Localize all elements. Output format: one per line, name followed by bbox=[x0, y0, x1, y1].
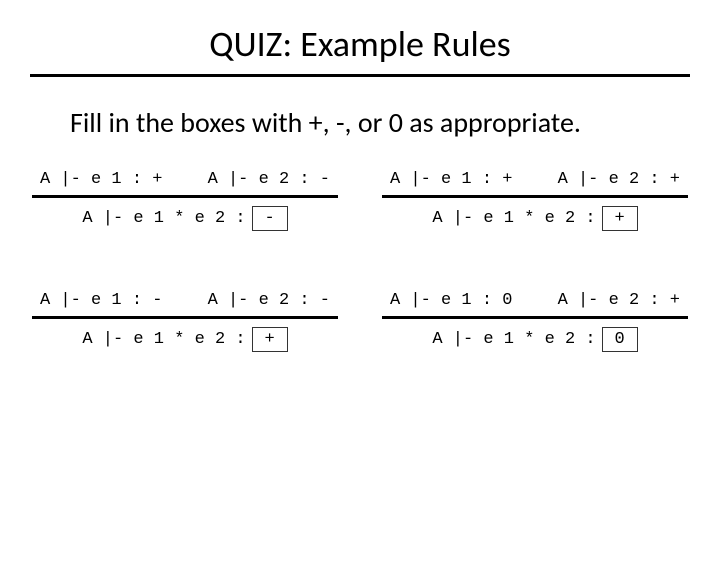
conclusion: A |- e 1 * e 2 : 0 bbox=[380, 327, 690, 352]
rule-cell: A |- e 1 : - A |- e 2 : - A |- e 1 * e 2… bbox=[30, 291, 340, 352]
inference-rule-line bbox=[32, 195, 338, 198]
inference-rule-line bbox=[32, 316, 338, 319]
premise-2: A |- e 2 : + bbox=[558, 170, 680, 189]
rule-cell: A |- e 1 : 0 A |- e 2 : + A |- e 1 * e 2… bbox=[380, 291, 690, 352]
title-underline bbox=[30, 74, 690, 77]
premise-2: A |- e 2 : - bbox=[208, 170, 330, 189]
conclusion-text: A |- e 1 * e 2 : bbox=[82, 330, 245, 349]
premise-1: A |- e 1 : + bbox=[40, 170, 162, 189]
answer-box[interactable]: + bbox=[252, 327, 288, 352]
rule-cell: A |- e 1 : + A |- e 2 : + A |- e 1 * e 2… bbox=[380, 170, 690, 231]
rule-cell: A |- e 1 : + A |- e 2 : - A |- e 1 * e 2… bbox=[30, 170, 340, 231]
premises: A |- e 1 : 0 A |- e 2 : + bbox=[380, 291, 690, 310]
conclusion: A |- e 1 * e 2 : - bbox=[30, 206, 340, 231]
premise-2: A |- e 2 : - bbox=[208, 291, 330, 310]
slide-subtitle: Fill in the boxes with +, -, or 0 as app… bbox=[70, 105, 720, 140]
rules-grid: A |- e 1 : + A |- e 2 : - A |- e 1 * e 2… bbox=[0, 170, 720, 352]
conclusion: A |- e 1 * e 2 : + bbox=[30, 327, 340, 352]
premise-1: A |- e 1 : 0 bbox=[390, 291, 512, 310]
premises: A |- e 1 : + A |- e 2 : + bbox=[380, 170, 690, 189]
premise-1: A |- e 1 : + bbox=[390, 170, 512, 189]
conclusion-text: A |- e 1 * e 2 : bbox=[82, 209, 245, 228]
slide-title: QUIZ: Example Rules bbox=[0, 22, 720, 66]
inference-rule-line bbox=[382, 316, 688, 319]
conclusion-text: A |- e 1 * e 2 : bbox=[432, 330, 595, 349]
answer-box[interactable]: + bbox=[602, 206, 638, 231]
answer-box[interactable]: - bbox=[252, 206, 288, 231]
premises: A |- e 1 : + A |- e 2 : - bbox=[30, 170, 340, 189]
premise-2: A |- e 2 : + bbox=[558, 291, 680, 310]
answer-box[interactable]: 0 bbox=[602, 327, 638, 352]
premise-1: A |- e 1 : - bbox=[40, 291, 162, 310]
premises: A |- e 1 : - A |- e 2 : - bbox=[30, 291, 340, 310]
conclusion-text: A |- e 1 * e 2 : bbox=[432, 209, 595, 228]
inference-rule-line bbox=[382, 195, 688, 198]
conclusion: A |- e 1 * e 2 : + bbox=[380, 206, 690, 231]
